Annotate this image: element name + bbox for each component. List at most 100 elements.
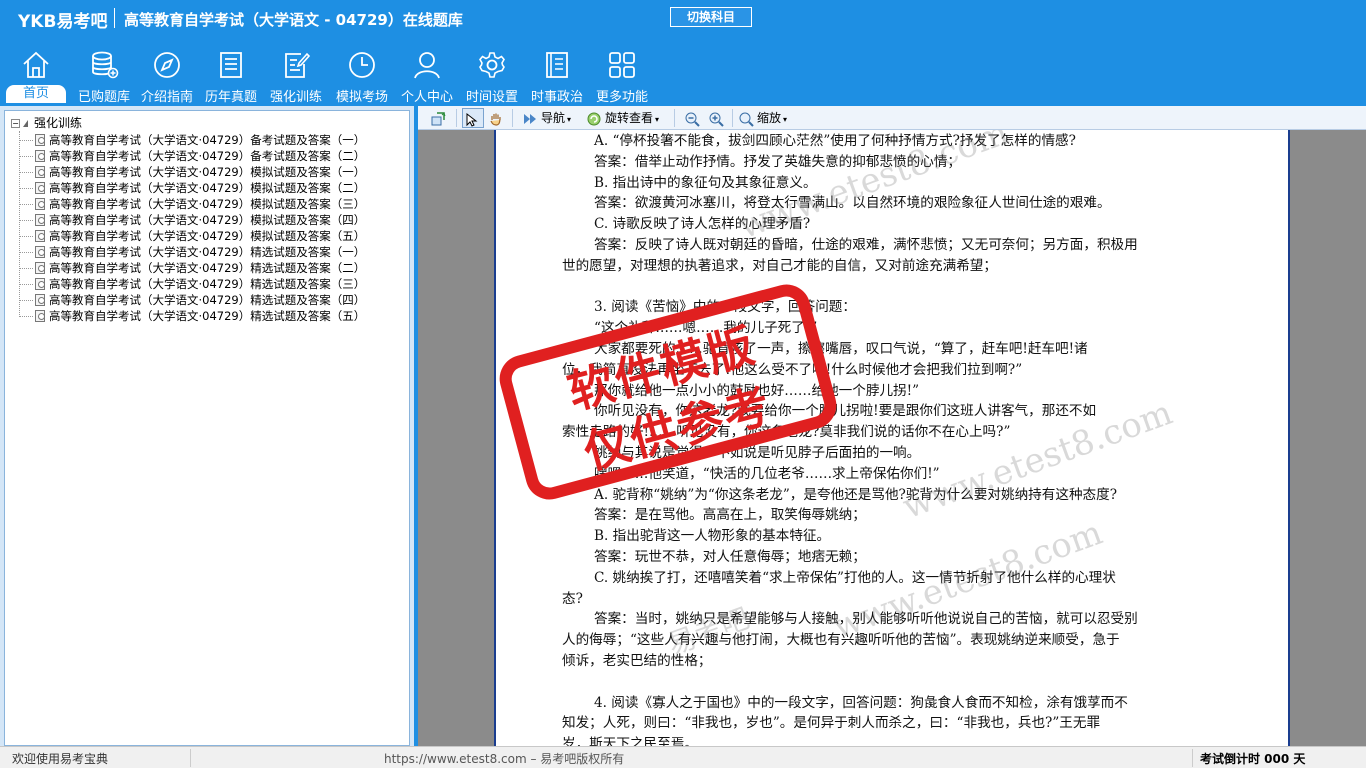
document-line: 答案：借举止动作抒情。抒发了英雄失意的抑郁悲愤的心情； — [594, 153, 962, 170]
brand-logo: YKB易考吧 — [18, 12, 108, 32]
nav-label: 模拟考场 — [335, 90, 388, 105]
nav-profile[interactable]: 个人中心 — [397, 48, 457, 105]
navigation-icon — [524, 113, 536, 124]
tree-item[interactable]: 高等教育自学考试（大学语文·04729）模拟试题及答案（四） — [19, 212, 365, 228]
nav-mock-exam[interactable]: 模拟考场 — [332, 48, 392, 105]
rotate-icon — [587, 112, 601, 125]
nav-training[interactable]: 强化训练 — [266, 48, 326, 105]
nav-label: 时事政治 — [530, 90, 583, 105]
nav-more[interactable]: 更多功能 — [592, 48, 652, 105]
document-line: 嘿嘿……他笑道，“快活的几位老爷……求上帝保佑你们!” — [594, 465, 940, 482]
tree-item[interactable]: 高等教育自学考试（大学语文·04729）精选试题及答案（二） — [19, 260, 365, 276]
nav-guide[interactable]: 介绍指南 — [137, 48, 197, 105]
hand-tool-button[interactable] — [488, 108, 507, 128]
nav-time-settings[interactable]: 时间设置 — [462, 48, 522, 105]
news-icon — [546, 52, 568, 78]
zoom-menu[interactable]: 缩放 ▾ — [738, 108, 787, 128]
navigation-menu[interactable]: 导航 ▾ — [522, 108, 571, 128]
document-line: 答案：玩世不恭，对人任意侮辱；地痞无赖； — [594, 549, 866, 565]
zoom-in-button[interactable] — [708, 108, 727, 128]
status-bar: 欢迎使用易考宝典 https://www.etest8.com – 易考吧版权所… — [0, 746, 1366, 768]
document-line: A. “停杯投箸不能食，拔剑四顾心茫然”使用了何种抒情方式?抒发了怎样的情感? — [594, 133, 1076, 149]
document-line: C. 姚纳挨了打，还嘻嘻笑着“求上帝保佑”打他的人。这一情节折射了他什么样的心理… — [594, 569, 1116, 586]
document-icon — [35, 150, 45, 162]
document-line: 姚纳与其说是觉得，不如说是听见脖子后面拍的一响。 — [594, 445, 921, 461]
zoom-out-icon — [685, 112, 700, 127]
document-line: 3. 阅读《苦恼》中的一段文字，回答问题： — [594, 299, 856, 316]
app-header: YKB易考吧 高等教育自学考试（大学语文 - 04729）在线题库 切换科目 首… — [0, 0, 1366, 106]
cursor-icon — [466, 112, 478, 127]
collapse-toggle-icon[interactable]: − — [11, 119, 20, 128]
sync-button[interactable] — [430, 108, 449, 128]
document-icon — [35, 310, 45, 322]
tree-item[interactable]: 高等教育自学考试（大学语文·04729）模拟试题及答案（三） — [19, 196, 365, 212]
tree-item[interactable]: 高等教育自学考试（大学语文·04729）精选试题及答案（一） — [19, 244, 365, 260]
document-line: B. 指出驼背这一人物形象的基本特征。 — [594, 528, 831, 545]
document-icon — [35, 198, 45, 210]
document-line: 答案：当时，姚纳只是希望能够与人接触，别人能够听听他说说自己的苦恼，就可以忍受别 — [594, 611, 1138, 628]
tree-item[interactable]: 高等教育自学考试（大学语文·04729）精选试题及答案（三） — [19, 276, 365, 292]
document-line: 4. 阅读《寡人之于国也》中的一段文字，回答问题：狗彘食人食而不知检，涂有饿莩而… — [594, 694, 1128, 711]
zoom-out-button[interactable] — [684, 108, 703, 128]
tree-item[interactable]: 高等教育自学考试（大学语文·04729）模拟试题及答案（五） — [19, 228, 365, 244]
list-icon — [220, 52, 242, 78]
document-line: A. 驼背称“姚纳”为“你这条老龙”，是夸他还是骂他?驼背为什么要对姚纳持有这种… — [594, 486, 1118, 503]
app-title: 高等教育自学考试（大学语文 - 04729）在线题库 — [124, 11, 463, 29]
switch-subject-button[interactable]: 切换科目 — [670, 7, 752, 27]
tree-connector — [19, 131, 20, 317]
nav-purchased-bank[interactable]: 已购题库 — [74, 48, 134, 105]
tree-item[interactable]: 高等教育自学考试（大学语文·04729）备考试题及答案（一） — [19, 132, 365, 148]
tree-item[interactable]: 高等教育自学考试（大学语文·04729）精选试题及答案（四） — [19, 292, 365, 308]
rotate-view-menu[interactable]: 旋转查看 ▾ — [586, 108, 659, 128]
nav-label: 历年真题 — [204, 90, 257, 105]
nav-label: 首页 — [6, 85, 66, 103]
nav-home[interactable]: 首页 — [6, 48, 66, 104]
exam-countdown: 考试倒计时 000 天 — [1200, 752, 1306, 766]
gear-icon — [479, 52, 505, 78]
document-icon — [35, 246, 45, 258]
viewer-toolbar: 导航 ▾ 旋转查看 ▾ 缩放 ▾ — [418, 106, 1366, 130]
document-icon — [35, 230, 45, 242]
document-line: 世的愿望，对理想的执著追求，对自己才能的自信，又对前途充满希望； — [562, 257, 997, 274]
document-icon — [35, 294, 45, 306]
document-line: 你听见没有，你这老龙?我要给你一个脖儿拐啦!要是跟你们这班人讲客气，那还不如 — [594, 403, 1097, 420]
nav-label: 强化训练 — [269, 90, 322, 105]
compass-icon — [154, 52, 180, 78]
document-icon — [35, 134, 45, 146]
database-icon — [92, 51, 119, 79]
document-viewer[interactable]: A. “停杯投箸不能食，拔剑四顾心茫然”使用了何种抒情方式?抒发了怎样的情感? 答… — [418, 130, 1366, 746]
document-line: 大家都要死的……驼背咳了一声，擦擦嘴唇，叹口气说，“算了，赶车吧!赶车吧!诸 — [594, 341, 1088, 357]
document-line: B. 指出诗中的象征句及其象征意义。 — [594, 174, 817, 191]
brand-separator — [114, 8, 115, 28]
grid-icon — [609, 52, 635, 78]
clock-icon — [349, 52, 375, 78]
document-icon — [35, 214, 45, 226]
document-line: 岁，斯天下之民至焉。 — [562, 736, 698, 746]
document-line: 倾诉，老实巴结的性格； — [562, 653, 712, 669]
select-tool-button[interactable] — [462, 108, 484, 128]
nav-current-affairs[interactable]: 时事政治 — [527, 48, 587, 105]
document-line: 答案：反映了诗人既对朝廷的昏暗，仕途的艰难，满怀悲愤；又无可奈何；另方面，积极用 — [594, 237, 1138, 253]
status-welcome: 欢迎使用易考宝典 — [12, 752, 109, 766]
document-line: 答案：欲渡黄河冰塞川，将登太行雪满山。以自然环境的艰险象征人世间仕途的艰难。 — [594, 195, 1111, 212]
tree-item[interactable]: 高等教育自学考试（大学语文·04729）备考试题及答案（二） — [19, 148, 365, 164]
document-line: 知发；人死，则曰：“非我也，岁也”。是何异于刺人而杀之，曰：“非我也，兵也?”王… — [562, 715, 1101, 732]
document-icon — [35, 278, 45, 290]
tree-root[interactable]: − 强化训练 — [11, 115, 82, 131]
sync-icon — [431, 111, 446, 125]
nav-past-exams[interactable]: 历年真题 — [201, 48, 261, 105]
document-line: 位，我简直没法再坐下去了!他这么受不了啦!什么时候他才会把我们拉到啊?” — [562, 361, 1023, 378]
nav-label: 时间设置 — [465, 90, 518, 105]
tree-item[interactable]: 高等教育自学考试（大学语文·04729）模拟试题及答案（一） — [19, 164, 365, 180]
nav-label: 个人中心 — [400, 90, 453, 105]
left-panel: − 强化训练 高等教育自学考试（大学语文·04729）备考试题及答案（一） 高等教… — [0, 106, 414, 746]
tree-item[interactable]: 高等教育自学考试（大学语文·04729）模拟试题及答案（二） — [19, 180, 365, 196]
document-icon — [35, 262, 45, 274]
user-icon — [414, 52, 440, 79]
nav-label: 介绍指南 — [140, 90, 193, 105]
exam-tree: − 强化训练 高等教育自学考试（大学语文·04729）备考试题及答案（一） 高等教… — [4, 110, 410, 746]
document-line: 答案：是在骂他。高高在上，取笑侮辱姚纳； — [594, 507, 866, 524]
tree-item[interactable]: 高等教育自学考试（大学语文·04729）精选试题及答案（五） — [19, 308, 365, 324]
document-line: C. 诗歌反映了诗人怎样的心理矛盾? — [594, 216, 811, 233]
hand-icon — [490, 113, 501, 126]
